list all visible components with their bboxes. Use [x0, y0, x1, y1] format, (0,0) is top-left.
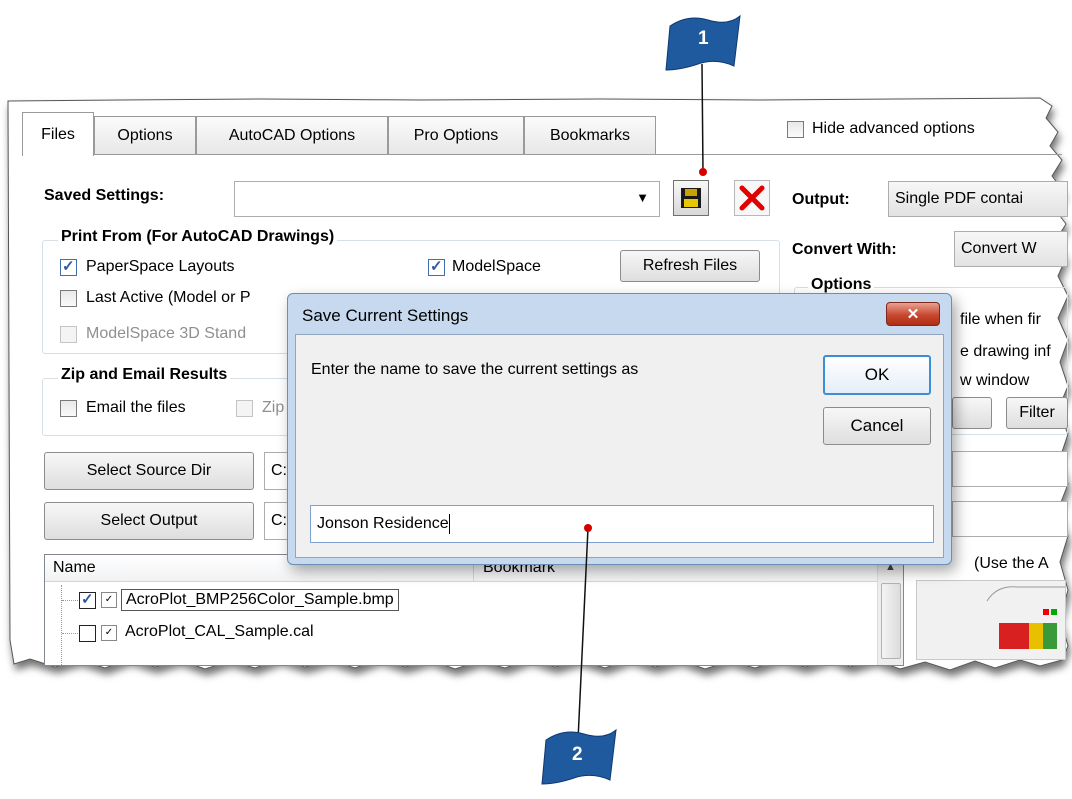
print-from-title: Print From (For AutoCAD Drawings) [58, 228, 338, 246]
output-value: Single PDF contai [895, 190, 1024, 207]
output-label: Output: [792, 191, 850, 208]
modelspace-label: ModelSpace [452, 258, 541, 275]
right-blank-button[interactable] [952, 397, 992, 429]
select-output-button[interactable]: Select Output [44, 502, 254, 540]
hide-advanced-label: Hide advanced options [812, 120, 975, 137]
zip-email-title: Zip and Email Results [58, 366, 231, 384]
paperspace-checkbox[interactable] [60, 257, 77, 276]
scroll-thumb[interactable] [881, 583, 901, 659]
source-dir-value: C: [271, 462, 287, 479]
zip-checkbox[interactable] [236, 400, 253, 417]
dialog-title: Save Current Settings [302, 306, 469, 325]
right-option-2: e drawing inf [960, 343, 1051, 360]
dialog-prompt: Enter the name to save the current setti… [311, 361, 639, 378]
tab-strip-border [22, 154, 1062, 155]
preview-thumbnail-icon [986, 586, 1065, 649]
tab-files[interactable]: Files [22, 112, 94, 156]
zip-label: Zip [262, 399, 285, 416]
file-list-scrollbar[interactable]: ▲ [877, 555, 903, 665]
file-type-icon: ✓ [101, 592, 117, 608]
tree-branch [62, 600, 78, 601]
modelspace-3d-label: ModelSpace 3D Stand [86, 325, 247, 342]
right-field-2[interactable] [952, 501, 1068, 537]
settings-name-input[interactable]: Jonson Residence [310, 505, 934, 543]
tab-pro-options[interactable]: Pro Options [388, 116, 524, 154]
options-group-title: Options [808, 276, 875, 294]
tree-branch [62, 633, 78, 634]
modelspace-checkbox[interactable] [428, 257, 445, 276]
text-cursor [448, 514, 450, 534]
hide-advanced-checkbox[interactable] [787, 121, 804, 138]
email-files-label: Email the files [86, 399, 186, 416]
last-active-checkbox[interactable] [60, 290, 77, 307]
use-the-hint: (Use the A [974, 555, 1049, 572]
callout-1-number: 1 [698, 28, 709, 49]
select-source-dir-button[interactable]: Select Source Dir [44, 452, 254, 490]
saved-settings-combo[interactable]: ▼ [234, 181, 660, 217]
saved-settings-label: Saved Settings: [44, 187, 165, 204]
file-row-checkbox[interactable] [79, 590, 96, 609]
dialog-close-icon[interactable]: ✕ [886, 302, 940, 326]
tree-line [61, 585, 63, 665]
file-type-icon: ✓ [101, 625, 117, 641]
tab-options[interactable]: Options [94, 116, 196, 154]
floppy-disk-icon [681, 188, 701, 208]
settings-name-value: Jonson Residence [317, 515, 449, 532]
refresh-files-button[interactable]: Refresh Files [620, 250, 760, 282]
callout-1-badge: 1 [664, 8, 744, 80]
right-option-3: w window [960, 372, 1030, 389]
delete-settings-button[interactable] [734, 180, 770, 216]
ok-button[interactable]: OK [823, 355, 931, 395]
last-active-label: Last Active (Model or P [86, 289, 251, 306]
dialog-body: Enter the name to save the current setti… [295, 334, 944, 558]
convert-with-value: Convert W [961, 240, 1037, 257]
callout-2-number: 2 [572, 744, 583, 765]
tab-bookmarks[interactable]: Bookmarks [524, 116, 656, 154]
delete-x-icon [739, 185, 765, 211]
file-list[interactable]: Name Bookmark ▲ ✓ AcroPlot_BMP256Color_S… [44, 554, 904, 666]
convert-with-label: Convert With: [792, 241, 897, 258]
save-settings-button[interactable] [673, 180, 709, 216]
callout-2-badge: 2 [540, 722, 620, 794]
right-option-1: file when fir [960, 311, 1041, 328]
output-select[interactable]: Single PDF contai [888, 181, 1068, 217]
preview-pane [916, 580, 1066, 660]
file-row-name[interactable]: AcroPlot_CAL_Sample.cal [125, 623, 314, 641]
paperspace-label: PaperSpace Layouts [86, 258, 235, 275]
cancel-button[interactable]: Cancel [823, 407, 931, 445]
email-files-checkbox[interactable] [60, 400, 77, 417]
convert-with-select[interactable]: Convert W [954, 231, 1068, 267]
tab-autocad-options[interactable]: AutoCAD Options [196, 116, 388, 154]
output-dir-value: C: [271, 512, 287, 529]
chevron-down-icon: ▼ [636, 190, 649, 205]
column-name-header[interactable]: Name [53, 559, 96, 577]
file-row-checkbox[interactable] [79, 625, 96, 642]
save-settings-dialog: Save Current Settings ✕ Enter the name t… [287, 293, 952, 565]
modelspace-3d-checkbox[interactable] [60, 326, 77, 343]
right-field-1[interactable] [952, 451, 1068, 487]
filter-button[interactable]: Filter [1006, 397, 1068, 429]
file-row-name[interactable]: AcroPlot_BMP256Color_Sample.bmp [121, 589, 399, 611]
